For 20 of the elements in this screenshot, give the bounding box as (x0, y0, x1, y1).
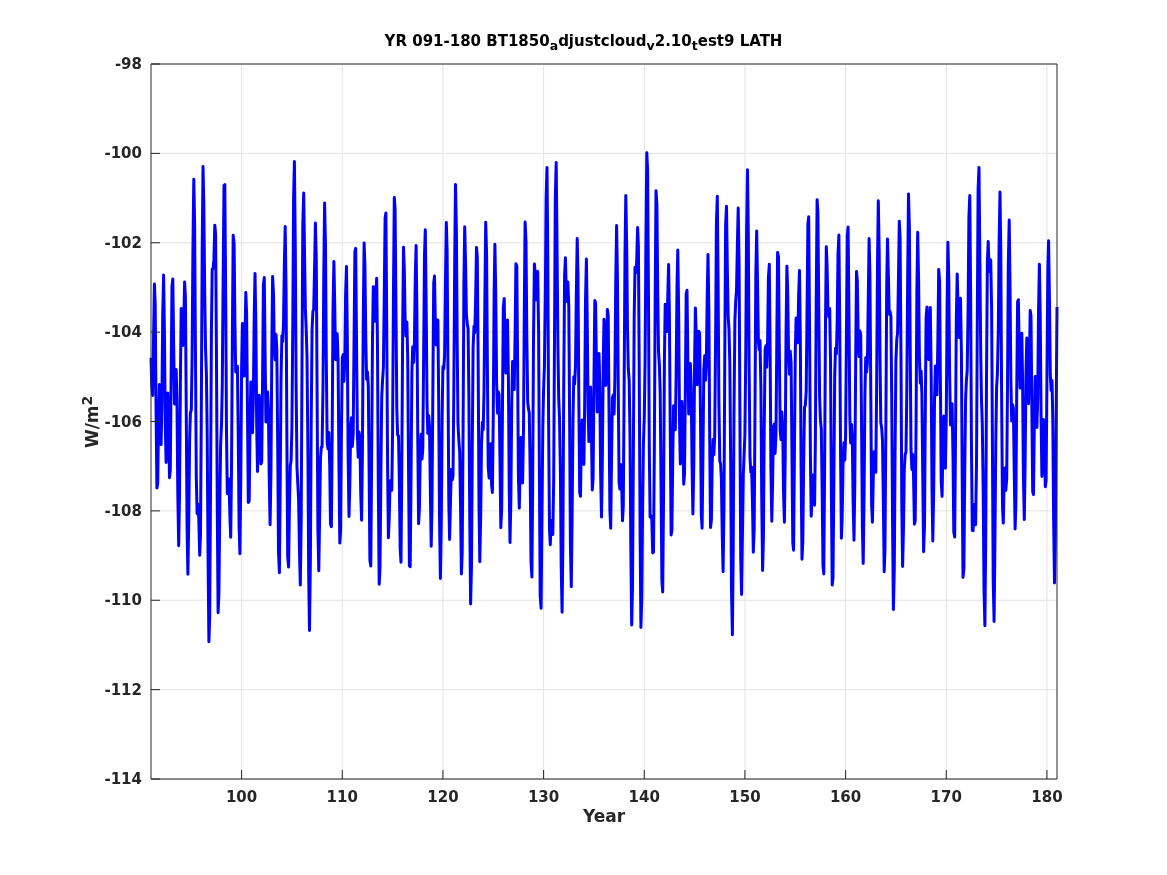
x-tick-label: 180 (1031, 788, 1063, 806)
y-tick-label: -110 (104, 591, 142, 610)
x-tick-label: 120 (427, 788, 459, 806)
y-tick-label: -106 (104, 412, 142, 431)
x-tick-label: 110 (326, 788, 358, 806)
x-tick-label: 140 (628, 788, 660, 806)
chart-title: YR 091-180 BT1850$_{a}$djustcloud$_{v}$2.10$_{t}$est9 LATH (383, 32, 784, 53)
y-tick-label: -98 (114, 55, 142, 73)
x-tick-label: 100 (225, 788, 258, 806)
x-tick-label: 130 (527, 788, 560, 806)
y-tick-label: -108 (104, 501, 142, 520)
y-tick-label: -102 (104, 233, 142, 252)
y-tick-label: -112 (104, 680, 142, 699)
y-tick-label: -100 (104, 144, 142, 163)
x-axis-label: Year (582, 806, 626, 826)
y-tick-label: -114 (104, 770, 142, 788)
x-tick-label: 150 (729, 788, 761, 806)
x-tick-label: 160 (829, 788, 862, 806)
x-tick-label: 170 (930, 788, 962, 806)
y-tick-label: -104 (104, 323, 142, 342)
